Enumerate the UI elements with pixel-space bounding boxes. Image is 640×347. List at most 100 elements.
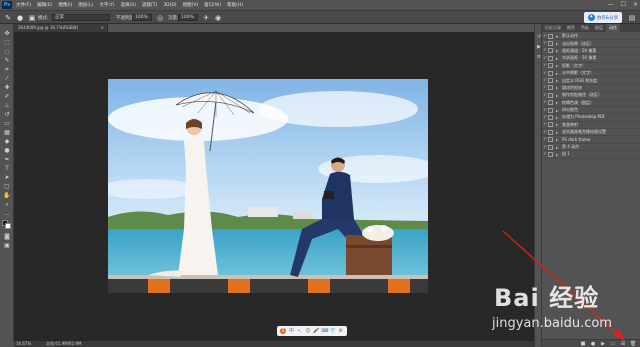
- minimize-button[interactable]: —: [608, 1, 614, 8]
- airbrush-icon[interactable]: ✈: [202, 14, 210, 22]
- record-icon[interactable]: ●: [590, 341, 596, 347]
- healing-tool-icon[interactable]: ✚: [3, 84, 11, 91]
- mode-select[interactable]: 正常: [52, 14, 110, 21]
- sogou-icon[interactable]: S: [280, 328, 287, 334]
- brush-panel-icon[interactable]: ▣: [28, 14, 36, 22]
- background-color-swatch[interactable]: [5, 223, 11, 229]
- clone-stamp-tool-icon[interactable]: ⊥: [3, 102, 11, 109]
- play-icon[interactable]: ▶: [600, 341, 606, 347]
- dialog-toggle-box[interactable]: [548, 55, 553, 61]
- menu-3d[interactable]: 3D(D): [163, 3, 176, 8]
- list-item[interactable]: ✓ ▸ 存储为 Photoshop PDF: [542, 114, 640, 122]
- list-item[interactable]: ✓ ▸ PS dark frame: [542, 136, 640, 144]
- tab-actions[interactable]: 动作: [606, 24, 620, 32]
- dialog-toggle-box[interactable]: [548, 63, 553, 69]
- menu-layer[interactable]: 图层(L): [78, 2, 93, 8]
- move-tool-icon[interactable]: ✥: [3, 30, 11, 37]
- path-select-tool-icon[interactable]: ➤: [3, 174, 11, 181]
- dialog-toggle-box[interactable]: [548, 85, 553, 91]
- settings-icon[interactable]: ⚙: [338, 328, 344, 334]
- list-item[interactable]: ✓ ▸ 熔化的铅块: [542, 85, 640, 93]
- hand-tool-icon[interactable]: ✋: [3, 192, 11, 199]
- dialog-toggle-box[interactable]: [548, 92, 553, 98]
- dialog-toggle-box[interactable]: [548, 70, 553, 76]
- pressure-opacity-icon[interactable]: ◎: [156, 14, 164, 22]
- menu-view[interactable]: 视图(V): [183, 2, 199, 8]
- list-item[interactable]: ✓ ▸ 画框通道 - 50 像素: [542, 48, 640, 56]
- eraser-tool-icon[interactable]: ▭: [3, 120, 11, 127]
- dialog-toggle-box[interactable]: [548, 41, 553, 47]
- dialog-toggle-box[interactable]: [548, 33, 553, 39]
- zoom-level[interactable]: 16.67%: [16, 341, 31, 347]
- list-item[interactable]: ✓ ▸ 混合器画笔克隆绘图设置: [542, 129, 640, 137]
- more-tools-icon[interactable]: …: [3, 210, 11, 217]
- gradient-tool-icon[interactable]: ▦: [3, 129, 11, 136]
- menu-window[interactable]: 窗口(W): [204, 2, 221, 8]
- delete-icon[interactable]: 🗑: [630, 341, 636, 347]
- brush-tool-icon[interactable]: ✐: [3, 93, 11, 100]
- tab-history[interactable]: 历史记录: [542, 24, 564, 32]
- history-brush-tool-icon[interactable]: ↺: [3, 111, 11, 118]
- pen-tool-icon[interactable]: ✒: [3, 156, 11, 163]
- stop-icon[interactable]: ■: [580, 341, 586, 347]
- menu-filter[interactable]: 滤镜(T): [142, 2, 157, 8]
- menu-image[interactable]: 图像(I): [58, 2, 72, 8]
- new-action-icon[interactable]: ⊞: [620, 341, 626, 347]
- tab-layers[interactable]: 图层: [592, 24, 606, 32]
- menu-edit[interactable]: 编辑(E): [37, 2, 52, 8]
- keyboard-icon[interactable]: ⌨: [321, 328, 328, 334]
- menu-file[interactable]: 文件(F): [16, 2, 31, 8]
- dialog-toggle-box[interactable]: [548, 48, 553, 54]
- dialog-toggle-box[interactable]: [548, 100, 553, 106]
- language-icon[interactable]: 中: [288, 328, 294, 334]
- menu-type[interactable]: 文字(Y): [99, 2, 114, 8]
- microphone-icon[interactable]: 🎤: [313, 328, 319, 334]
- document-tab[interactable]: 2644009.jpg @ 16.7%(RGB/8) ×: [14, 24, 108, 32]
- new-set-icon[interactable]: ▭: [610, 341, 616, 347]
- punctuation-icon[interactable]: •,: [297, 328, 303, 334]
- list-item[interactable]: ✓ ▸ 木质画框 - 50 像素: [542, 55, 640, 63]
- list-item[interactable]: ✓ ▸ 制作剪贴路径（选区）: [542, 92, 640, 100]
- emoji-icon[interactable]: ☺: [305, 328, 311, 334]
- blur-tool-icon[interactable]: ◆: [3, 138, 11, 145]
- opacity-field[interactable]: 100%: [132, 14, 152, 21]
- pressure-size-icon[interactable]: ◉: [214, 14, 222, 22]
- dialog-toggle-box[interactable]: [548, 107, 553, 113]
- dialog-toggle-box[interactable]: [548, 78, 553, 84]
- zoom-tool-icon[interactable]: ⌕: [3, 201, 11, 208]
- list-item[interactable]: ✓ ▸ 第 4 动作: [542, 144, 640, 152]
- lasso-tool-icon[interactable]: ◌: [3, 48, 11, 55]
- dialog-toggle-box[interactable]: [548, 114, 553, 120]
- menu-select[interactable]: 选择(S): [121, 2, 136, 8]
- maximize-button[interactable]: ☐: [621, 1, 626, 8]
- workspace-icon[interactable]: ▤: [628, 14, 636, 22]
- eyedropper-tool-icon[interactable]: ⁄: [3, 75, 11, 82]
- list-item[interactable]: ✓ ▸ 淡出效果（选区）: [542, 40, 640, 48]
- list-item[interactable]: ✓ ▾ 默认动作: [542, 33, 640, 41]
- dialog-toggle-box[interactable]: [548, 137, 553, 143]
- flow-field[interactable]: 100%: [178, 14, 198, 21]
- screen-mode-icon[interactable]: ▣: [3, 242, 11, 249]
- brush-preset-icon[interactable]: ●: [16, 14, 24, 22]
- list-item[interactable]: ✓ ▸ 投影（文字）: [542, 63, 640, 70]
- skin-icon[interactable]: 👕: [330, 328, 336, 334]
- menu-help[interactable]: 帮助(H): [227, 2, 243, 8]
- shape-tool-icon[interactable]: ▢: [3, 183, 11, 190]
- dialog-toggle-box[interactable]: [548, 144, 553, 150]
- list-item[interactable]: ✓ ▸ 自定义 RGB 到灰度: [542, 77, 640, 85]
- quick-select-tool-icon[interactable]: ✎: [3, 57, 11, 64]
- dialog-toggle-box[interactable]: [548, 129, 553, 135]
- dialog-toggle-box[interactable]: [548, 151, 553, 157]
- list-item[interactable]: ✓ ▸ 四分颜色: [542, 107, 640, 115]
- dialog-toggle-box[interactable]: [548, 122, 553, 128]
- crop-tool-icon[interactable]: ⌗: [3, 66, 11, 73]
- brush-tool-icon[interactable]: ✎: [4, 14, 12, 22]
- list-item[interactable]: ✓ ▸ 组 1: [542, 151, 640, 159]
- close-button[interactable]: ✕: [633, 1, 638, 8]
- type-tool-icon[interactable]: T: [3, 165, 11, 172]
- list-item[interactable]: ✓ ▸ 棕褐色调（图层）: [542, 100, 640, 107]
- quick-mask-icon[interactable]: ◙: [3, 233, 11, 240]
- marquee-tool-icon[interactable]: ⬚: [3, 39, 11, 46]
- tab-swatches[interactable]: 色板: [578, 24, 592, 32]
- share-button[interactable]: ✦ 协作&分享: [584, 12, 622, 23]
